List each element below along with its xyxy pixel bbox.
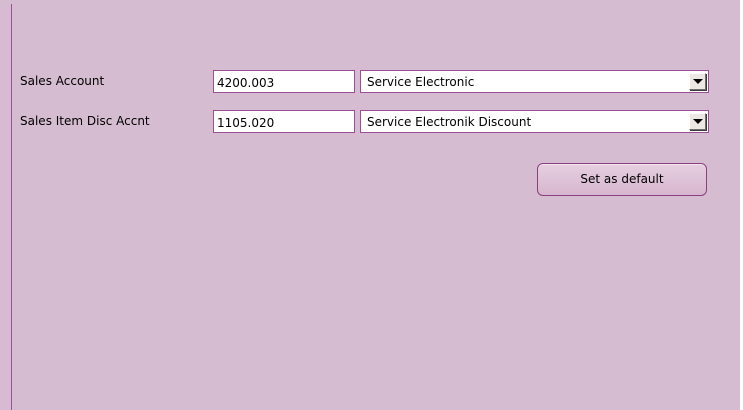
chevron-down-icon [693,79,703,84]
sales-item-disc-account-label: Sales Item Disc Accnt [20,114,150,128]
sales-account-selected-value: Service Electronic [367,75,475,89]
sales-item-disc-account-code-input[interactable] [213,110,355,133]
sales-item-disc-account-dropdown-button[interactable] [689,113,706,130]
sales-account-code-input[interactable] [213,70,355,93]
account-settings-panel: Sales Account Service Electronic Sales I… [0,0,743,410]
chevron-down-icon [693,119,703,124]
panel-left-border [11,4,12,410]
sales-item-disc-account-select[interactable]: Service Electronik Discount [360,110,709,133]
sales-account-row: Sales Account Service Electronic [0,70,743,94]
sales-account-label: Sales Account [20,74,105,88]
sales-account-select[interactable]: Service Electronic [360,70,709,93]
sales-item-disc-account-row: Sales Item Disc Accnt Service Electronik… [0,110,743,134]
sales-item-disc-account-selected-value: Service Electronik Discount [367,115,532,129]
sales-account-dropdown-button[interactable] [689,73,706,90]
set-as-default-button[interactable]: Set as default [537,163,707,196]
